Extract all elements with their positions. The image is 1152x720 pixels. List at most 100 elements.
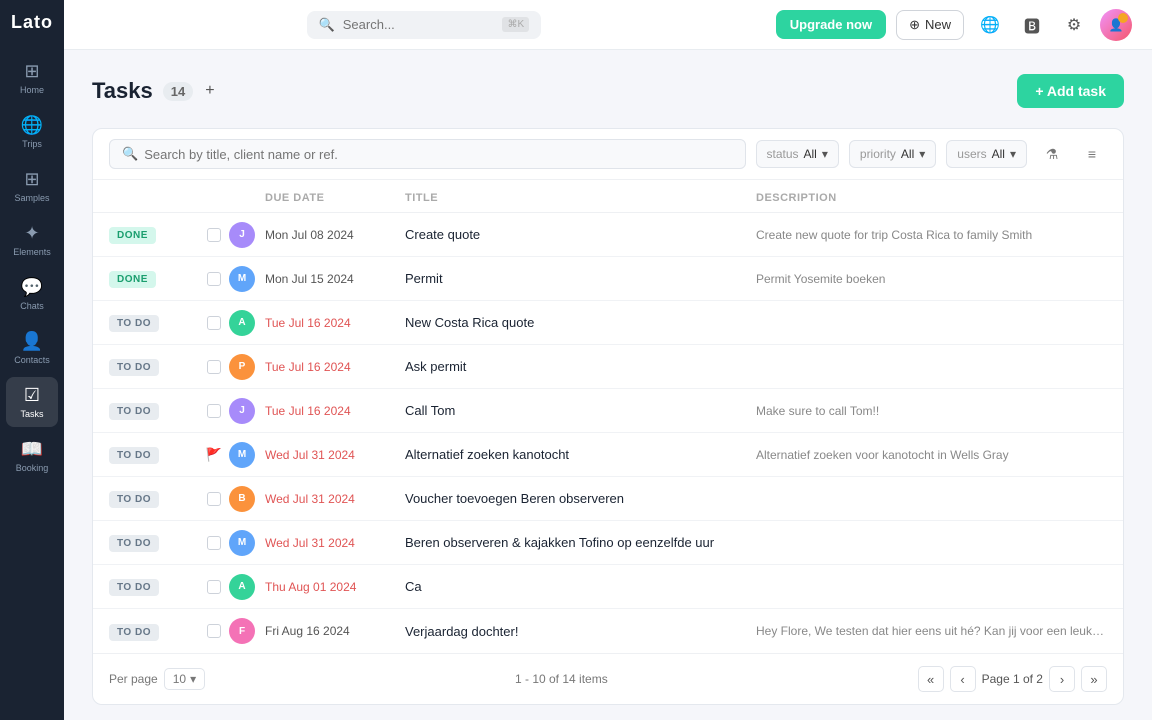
row-checkbox[interactable] <box>207 272 221 286</box>
row-checkbox[interactable] <box>207 404 221 418</box>
due-date-cell: Tue Jul 16 2024 <box>265 316 405 330</box>
pagination-controls: « ‹ Page 1 of 2 › » <box>918 666 1107 692</box>
due-date-cell: Wed Jul 31 2024 <box>265 536 405 550</box>
title-cell: Ask permit <box>405 359 756 374</box>
task-search-input[interactable] <box>144 147 732 162</box>
row-avatar: P <box>229 354 255 380</box>
row-avatar: J <box>229 398 255 424</box>
description-cell: Permit Yosemite boeken <box>756 272 1107 286</box>
avatar-cell: M <box>229 442 265 468</box>
table-row[interactable]: TO DO B Wed Jul 31 2024 Voucher toevoege… <box>93 477 1123 521</box>
row-checkbox[interactable] <box>207 316 221 330</box>
priority-filter-label: priority <box>860 147 896 161</box>
table-row[interactable]: DONE J Mon Jul 08 2024 Create quote Crea… <box>93 213 1123 257</box>
next-page-button[interactable]: › <box>1049 666 1075 692</box>
task-search[interactable]: 🔍 <box>109 139 746 169</box>
sidebar-item-samples[interactable]: ⊞ Samples <box>6 161 58 211</box>
prev-page-button[interactable]: ‹ <box>950 666 976 692</box>
col-description: DESCRIPTION <box>756 192 1107 204</box>
col-checkbox <box>199 192 229 204</box>
per-page-select[interactable]: 10 ▾ <box>164 668 205 690</box>
table-row[interactable]: TO DO 🚩 M Wed Jul 31 2024 Alternatief zo… <box>93 433 1123 477</box>
badge-icon[interactable]: 🅱 <box>1016 9 1048 41</box>
avatar-cell: A <box>229 310 265 336</box>
priority-filter[interactable]: priority All ▾ <box>849 140 936 168</box>
filter-button[interactable]: ⚗ <box>1037 139 1067 169</box>
flag-icon: 🚩 <box>206 447 222 463</box>
sidebar-item-label-trips: Trips <box>22 139 42 149</box>
status-filter-value: All <box>804 147 817 161</box>
sidebar-item-tasks[interactable]: ☑ Tasks <box>6 377 58 427</box>
title-cell: Beren observeren & kajakken Tofino op ee… <box>405 535 756 550</box>
title-cell: Alternatief zoeken kanotocht <box>405 447 756 462</box>
description-cell: Alternatief zoeken voor kanotocht in Wel… <box>756 448 1107 462</box>
per-page-value: 10 <box>173 672 186 686</box>
users-filter[interactable]: users All ▾ <box>946 140 1027 168</box>
sidebar-item-booking[interactable]: 📖 Booking <box>6 431 58 481</box>
row-checkbox[interactable] <box>207 360 221 374</box>
users-filter-label: users <box>957 147 986 161</box>
table-row[interactable]: TO DO P Tue Jul 16 2024 Ask permit <box>93 345 1123 389</box>
table-row[interactable]: TO DO A Tue Jul 16 2024 New Costa Rica q… <box>93 301 1123 345</box>
user-avatar[interactable]: 👤 <box>1100 9 1132 41</box>
upgrade-button[interactable]: Upgrade now <box>776 10 886 39</box>
sidebar-item-trips[interactable]: 🌐 Trips <box>6 107 58 157</box>
first-page-button[interactable]: « <box>918 666 944 692</box>
status-filter-label: status <box>767 147 799 161</box>
priority-chevron-icon: ▾ <box>919 147 925 161</box>
row-checkbox[interactable] <box>207 624 221 638</box>
status-badge: TO DO <box>109 622 199 641</box>
status-badge: DONE <box>109 225 199 244</box>
avatar-cell: M <box>229 266 265 292</box>
add-inline-icon[interactable]: + <box>203 80 216 102</box>
avatar-cell: J <box>229 398 265 424</box>
settings-icon[interactable]: ⚙ <box>1058 9 1090 41</box>
search-bar[interactable]: 🔍 ⌘K <box>307 11 542 39</box>
sidebar-item-home[interactable]: ⊞ Home <box>6 53 58 103</box>
checkbox-cell <box>199 492 229 506</box>
users-chevron-icon: ▾ <box>1010 147 1016 161</box>
avatar-cell: M <box>229 530 265 556</box>
topbar-right: Upgrade now ⊕ New 🌐 🅱 ⚙ 👤 <box>776 9 1132 41</box>
sidebar-item-label-home: Home <box>20 85 44 95</box>
checkbox-cell <box>199 580 229 594</box>
new-button[interactable]: ⊕ New <box>896 10 964 40</box>
status-badge: TO DO <box>109 313 199 332</box>
title-cell: New Costa Rica quote <box>405 315 756 330</box>
row-avatar: J <box>229 222 255 248</box>
checkbox-cell <box>199 360 229 374</box>
col-due-date: DUE DATE <box>265 192 405 204</box>
table-row[interactable]: TO DO F Fri Aug 16 2024 Verjaardag docht… <box>93 609 1123 653</box>
sidebar-item-label-chats: Chats <box>20 301 44 311</box>
view-toggle-button[interactable]: ≡ <box>1077 139 1107 169</box>
table-row[interactable]: TO DO J Tue Jul 16 2024 Call Tom Make su… <box>93 389 1123 433</box>
table-row[interactable]: TO DO A Thu Aug 01 2024 Ca <box>93 565 1123 609</box>
title-cell: Create quote <box>405 227 756 242</box>
avatar-cell: B <box>229 486 265 512</box>
per-page-label: Per page <box>109 672 158 686</box>
sidebar-item-elements[interactable]: ✦ Elements <box>6 215 58 265</box>
sidebar-item-label-tasks: Tasks <box>20 409 43 419</box>
status-badge: TO DO <box>109 445 199 464</box>
last-page-button[interactable]: » <box>1081 666 1107 692</box>
samples-icon: ⊞ <box>24 169 39 190</box>
priority-filter-value: All <box>901 147 914 161</box>
row-checkbox[interactable] <box>207 492 221 506</box>
table-row[interactable]: DONE M Mon Jul 15 2024 Permit Permit Yos… <box>93 257 1123 301</box>
sidebar-item-contacts[interactable]: 👤 Contacts <box>6 323 58 373</box>
checkbox-cell <box>199 272 229 286</box>
row-checkbox[interactable] <box>207 536 221 550</box>
status-filter[interactable]: status All ▾ <box>756 140 839 168</box>
row-avatar: B <box>229 486 255 512</box>
search-input[interactable] <box>343 17 495 32</box>
page-info: Page 1 of 2 <box>982 672 1043 686</box>
globe-icon[interactable]: 🌐 <box>974 9 1006 41</box>
checkbox-cell <box>199 536 229 550</box>
sidebar-item-chats[interactable]: 💬 Chats <box>6 269 58 319</box>
row-checkbox[interactable] <box>207 580 221 594</box>
status-badge: DONE <box>109 269 199 288</box>
add-task-button[interactable]: + Add task <box>1017 74 1124 108</box>
row-checkbox[interactable] <box>207 228 221 242</box>
table-row[interactable]: TO DO M Wed Jul 31 2024 Beren observeren… <box>93 521 1123 565</box>
avatar-cell: A <box>229 574 265 600</box>
